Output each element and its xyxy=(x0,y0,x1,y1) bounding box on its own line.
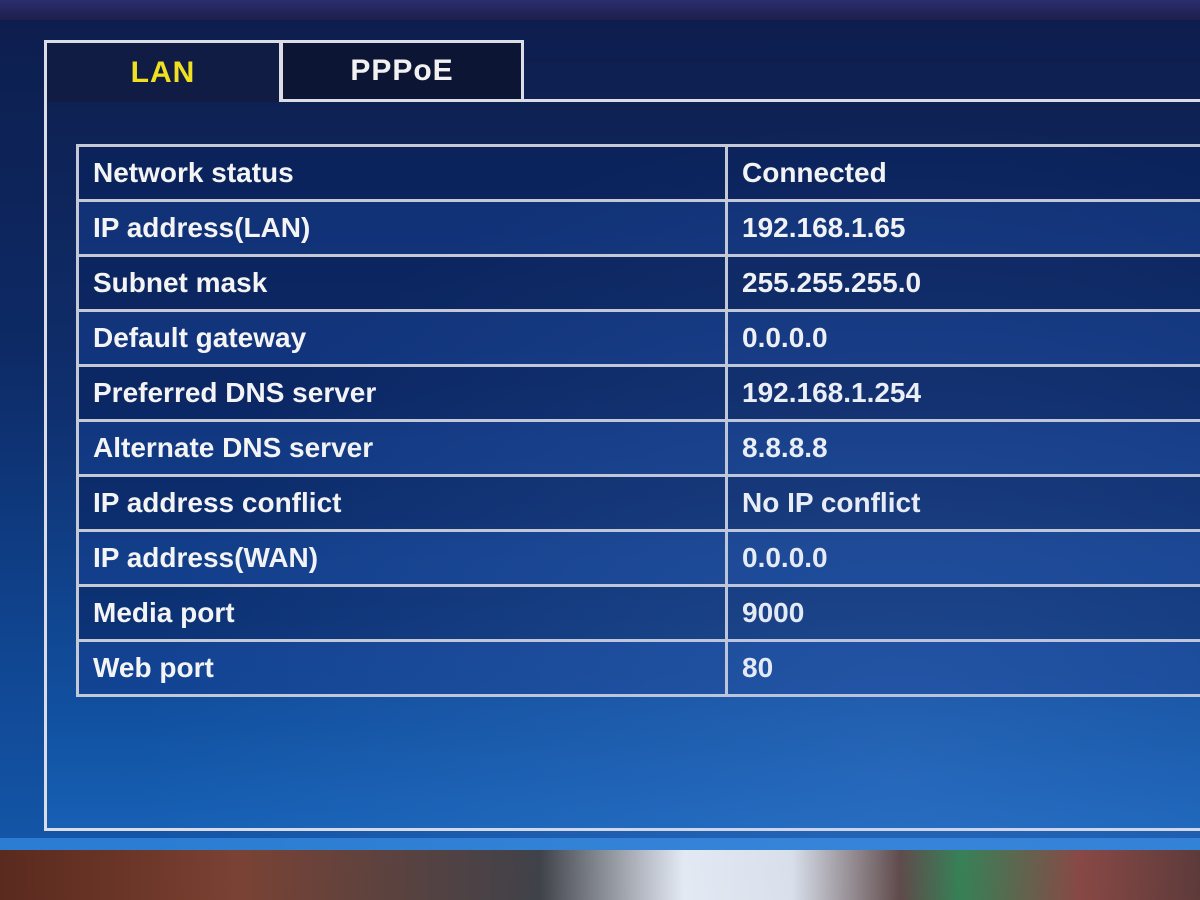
tab-pppoe-label: PPPoE xyxy=(350,54,454,87)
table-row: Web port 80 xyxy=(76,639,1200,697)
tab-lan-label: LAN xyxy=(130,55,196,89)
web-port-label: Web port xyxy=(76,639,728,697)
table-row: Network status Connected xyxy=(76,144,1200,202)
network-info-table: Network status Connected IP address(LAN)… xyxy=(76,144,1200,697)
subnet-mask-value: 255.255.255.0 xyxy=(725,254,1200,312)
preferred-dns-label: Preferred DNS server xyxy=(76,364,728,422)
table-row: IP address(LAN) 192.168.1.65 xyxy=(76,199,1200,257)
table-row: Preferred DNS server 192.168.1.254 xyxy=(76,364,1200,422)
table-row: Subnet mask 255.255.255.0 xyxy=(76,254,1200,312)
ip-conflict-value: No IP conflict xyxy=(725,474,1200,532)
alternate-dns-label: Alternate DNS server xyxy=(76,419,728,477)
subnet-mask-label: Subnet mask xyxy=(76,254,728,312)
ip-wan-label: IP address(WAN) xyxy=(76,529,728,587)
table-row: IP address(WAN) 0.0.0.0 xyxy=(76,529,1200,587)
default-gateway-value: 0.0.0.0 xyxy=(725,309,1200,367)
default-gateway-label: Default gateway xyxy=(76,309,728,367)
preferred-dns-value: 192.168.1.254 xyxy=(725,364,1200,422)
table-row: Alternate DNS server 8.8.8.8 xyxy=(76,419,1200,477)
tab-divider xyxy=(524,99,1200,102)
table-row: Media port 9000 xyxy=(76,584,1200,642)
desk-background xyxy=(0,850,1200,900)
media-port-value: 9000 xyxy=(725,584,1200,642)
ip-lan-label: IP address(LAN) xyxy=(76,199,728,257)
ip-wan-value: 0.0.0.0 xyxy=(725,529,1200,587)
table-row: IP address conflict No IP conflict xyxy=(76,474,1200,532)
tab-pppoe[interactable]: PPPoE xyxy=(280,40,524,102)
web-port-value: 80 xyxy=(725,639,1200,697)
ip-conflict-label: IP address conflict xyxy=(76,474,728,532)
alternate-dns-value: 8.8.8.8 xyxy=(725,419,1200,477)
media-port-label: Media port xyxy=(76,584,728,642)
ip-lan-value: 192.168.1.65 xyxy=(725,199,1200,257)
network-status-value: Connected xyxy=(725,144,1200,202)
network-status-label: Network status xyxy=(76,144,728,202)
table-row: Default gateway 0.0.0.0 xyxy=(76,309,1200,367)
tab-lan[interactable]: LAN xyxy=(44,40,282,102)
